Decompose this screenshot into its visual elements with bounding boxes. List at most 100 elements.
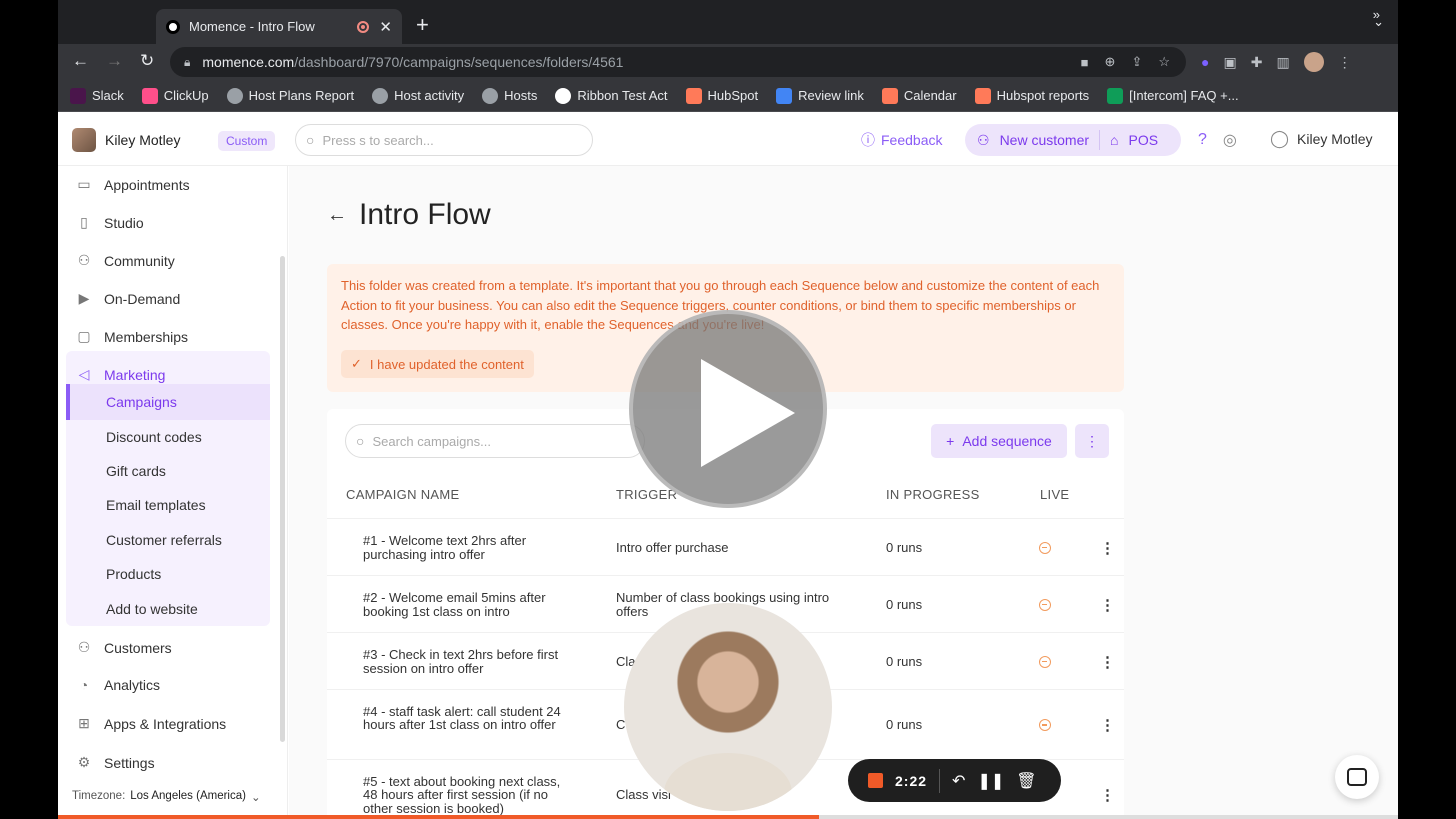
forward-icon[interactable]: → — [106, 51, 123, 71]
updated-content-button[interactable]: ✓ I have updated the content — [341, 350, 534, 378]
bookmark-item[interactable]: Slack — [70, 87, 124, 104]
sidebar-subitem-campaigns[interactable]: Campaigns — [106, 394, 177, 410]
sidebar-item-apps-integrations[interactable]: ⊞ Apps & Integrations — [76, 715, 226, 732]
account-switcher[interactable]: Kiley Motley — [72, 128, 180, 152]
bookmark-item[interactable]: Calendar — [881, 87, 957, 104]
new-customer-button[interactable]: New customer — [1000, 132, 1089, 148]
back-icon[interactable]: ← — [72, 51, 89, 71]
bookmarks-bar: Slack ClickUp Host Plans Report Host activi… — [58, 80, 1398, 112]
trash-icon[interactable]: 🗑︎ — [1016, 771, 1036, 791]
bookmark-icon — [685, 87, 702, 104]
sidebar-item-community[interactable]: ⚇ Community — [76, 252, 175, 269]
timezone-label: Timezone: — [72, 790, 126, 802]
sidebar-item-marketing[interactable]: ◁ Marketing — [76, 366, 166, 383]
row-menu-icon[interactable]: ⋮ — [1100, 596, 1115, 614]
page-title: Intro Flow — [359, 198, 491, 231]
tab-close-icon[interactable]: ✕ — [379, 18, 392, 36]
bookmark-item[interactable]: Hubspot reports — [974, 87, 1089, 104]
live-toggle-icon[interactable] — [1039, 598, 1051, 611]
global-search-input[interactable]: ○ Press s to search... — [295, 124, 593, 156]
chat-launcher-button[interactable] — [1335, 755, 1379, 799]
main-content: ← Intro Flow This folder was created fro… — [289, 166, 1398, 819]
reload-icon[interactable]: ↻ — [140, 51, 154, 71]
bookmark-item[interactable]: [Intercom] FAQ +... — [1107, 87, 1239, 104]
add-sequence-button[interactable]: + Add sequence — [931, 424, 1067, 458]
campaign-name[interactable]: #3 - Check in text 2hrs before first ses… — [363, 648, 568, 675]
stop-recording-button[interactable] — [868, 773, 883, 788]
sidebar-item-memberships[interactable]: ▢ Memberships — [76, 328, 188, 345]
sidebar-subitem-add-to-website[interactable]: Add to website — [106, 601, 198, 617]
address-bar[interactable]: 🔒︎ momence.com/dashboard/7970/campaigns/… — [170, 47, 1186, 77]
puzzle-icon[interactable]: ✚ — [1251, 54, 1263, 71]
bookmarks-overflow-icon[interactable]: » — [1373, 7, 1380, 22]
bookmark-label: Calendar — [903, 88, 957, 103]
bookmark-item[interactable]: Review link — [776, 87, 864, 104]
sidebar-scrollbar[interactable] — [280, 256, 285, 742]
back-arrow-icon[interactable]: ← — [327, 204, 347, 227]
share-icon[interactable]: ⇪ — [1131, 54, 1142, 70]
sidebar-item-customers[interactable]: ⚇ Customers — [76, 639, 172, 656]
campaign-name[interactable]: #5 - text about booking next class, 48 h… — [363, 775, 568, 816]
bookmark-item[interactable]: Hosts — [482, 87, 537, 104]
camera-icon[interactable]: ■ — [1081, 55, 1089, 70]
bookmark-item[interactable]: Ribbon Test Act — [555, 87, 668, 104]
bookmark-item[interactable]: ClickUp — [141, 87, 209, 104]
help-icon[interactable]: ? — [1198, 131, 1207, 149]
sidebar-subitem-email-templates[interactable]: Email templates — [106, 497, 206, 513]
play-button[interactable] — [629, 310, 827, 508]
table-row[interactable]: #1 - Welcome text 2hrs after purchasing … — [327, 518, 1124, 575]
extension-ball-icon[interactable]: ● — [1201, 54, 1209, 70]
updated-content-label: I have updated the content — [369, 356, 524, 372]
more-options-icon[interactable]: ⋮ — [1075, 424, 1109, 458]
sidebar-item-studio[interactable]: ▯ Studio — [76, 214, 144, 231]
sidebar-subitem-discount-codes[interactable]: Discount codes — [106, 429, 202, 445]
campaign-name[interactable]: #4 - staff task alert: call student 24 h… — [363, 705, 568, 732]
extension-n-icon[interactable]: ▣ — [1223, 54, 1236, 71]
menu-dots-icon[interactable]: ⋮ — [1338, 54, 1352, 71]
row-menu-icon[interactable]: ⋮ — [1100, 539, 1115, 557]
video-icon: ▶ — [78, 290, 90, 306]
browser-tab[interactable]: Momence - Intro Flow ✕ — [156, 9, 402, 44]
pos-button[interactable]: POS — [1129, 132, 1159, 148]
live-toggle-icon[interactable] — [1039, 719, 1051, 731]
zoom-icon[interactable]: ⊕ — [1105, 54, 1116, 70]
campaign-name[interactable]: #2 - Welcome email 5mins after booking 1… — [363, 591, 568, 618]
campaign-search-input[interactable]: ○ Search campaigns... — [345, 424, 645, 458]
pause-icon[interactable]: ❚❚ — [977, 771, 1004, 791]
live-toggle-icon[interactable] — [1039, 655, 1051, 668]
column-header-trigger[interactable]: TRIGGER — [616, 487, 677, 502]
sidebar-item-analytics[interactable]: ◔ Analytics — [76, 677, 160, 693]
sidebar-item-appointments[interactable]: ▭ Appointments — [76, 176, 189, 193]
campaign-name[interactable]: #1 - Welcome text 2hrs after purchasing … — [363, 534, 568, 561]
star-icon[interactable]: ☆ — [1158, 54, 1170, 70]
profile-avatar[interactable] — [1303, 52, 1324, 72]
bookmark-label: Ribbon Test Act — [577, 88, 668, 103]
sidebar-subitem-products[interactable]: Products — [106, 566, 161, 582]
sidepanel-icon[interactable]: ▥ — [1276, 54, 1289, 71]
bookmark-item[interactable]: HubSpot — [685, 87, 758, 104]
feedback-button[interactable]: ⓘ Feedback — [861, 130, 942, 150]
undo-icon[interactable]: ↶ — [952, 771, 965, 791]
new-tab-button[interactable]: + — [416, 12, 429, 38]
sidebar-subitem-customer-referrals[interactable]: Customer referrals — [106, 532, 222, 548]
column-header-name[interactable]: CAMPAIGN NAME — [346, 487, 459, 502]
row-menu-icon[interactable]: ⋮ — [1100, 716, 1115, 734]
check-icon: ✓ — [351, 356, 362, 371]
bookmark-item[interactable]: Host activity — [372, 87, 464, 104]
sidebar-item-on-demand[interactable]: ▶ On-Demand — [76, 290, 181, 307]
video-progress-bar[interactable] — [58, 815, 1398, 819]
row-menu-icon[interactable]: ⋮ — [1100, 786, 1115, 804]
bell-icon[interactable]: ◎ — [1223, 130, 1237, 150]
live-toggle-icon[interactable] — [1039, 541, 1051, 554]
sidebar-subitem-gift-cards[interactable]: Gift cards — [106, 463, 166, 479]
bookmark-icon — [974, 87, 991, 104]
column-header-progress[interactable]: IN PROGRESS — [886, 487, 980, 502]
bookmark-item[interactable]: Host Plans Report — [226, 87, 354, 104]
row-menu-icon[interactable]: ⋮ — [1100, 653, 1115, 671]
column-header-live[interactable]: LIVE — [1040, 487, 1069, 502]
timezone-selector[interactable]: Timezone: Los Angeles (America) ⌄ — [72, 790, 261, 804]
user-menu[interactable]: ◯ Kiley Motley — [1270, 129, 1373, 149]
chat-icon — [1347, 768, 1367, 786]
sidebar-item-settings[interactable]: ⚙ Settings — [76, 754, 155, 771]
megaphone-icon: ◁ — [78, 366, 90, 382]
